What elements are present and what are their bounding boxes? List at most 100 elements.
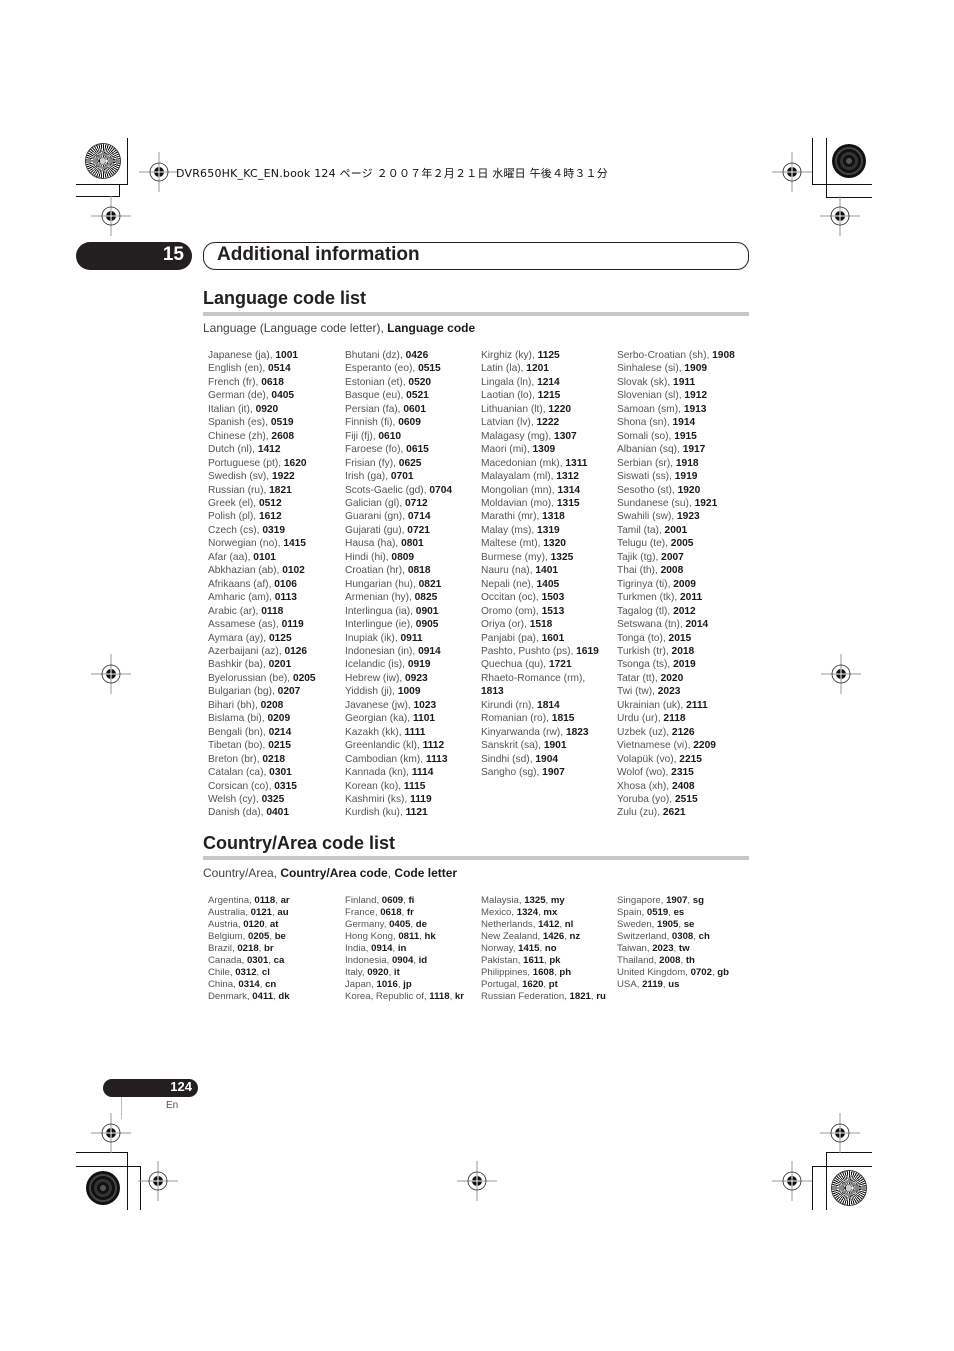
- language-code: 1814: [537, 699, 560, 711]
- language-code: 2209: [693, 740, 716, 752]
- country-name: Japan,: [345, 979, 377, 990]
- country-entry: Pakistan, 1611, pk: [481, 955, 606, 967]
- chapter-number: 15: [162, 244, 184, 265]
- registration-mark-icon: [771, 1160, 813, 1202]
- language-name: Bhutani (dz),: [345, 350, 406, 361]
- language-entry: Spanish (es), 0519: [208, 416, 316, 429]
- language-code: 1612: [258, 511, 282, 523]
- country-code: 1821: [569, 991, 591, 1002]
- language-entry: Nauru (na), 1401: [481, 564, 599, 577]
- language-code: 1620: [283, 457, 307, 469]
- language-entry: Hebrew (iw), 0923: [345, 672, 452, 685]
- language-column-1: Japanese (ja), 1001 English (en), 0514 Fre…: [208, 349, 316, 820]
- country-entry: Canada, 0301, ca: [208, 955, 290, 967]
- language-code: 1821: [269, 484, 292, 496]
- language-code: 2005: [670, 538, 694, 550]
- language-entry: Finnish (fi), 0609: [345, 416, 452, 429]
- language-entry: Oromo (om), 1513: [481, 605, 599, 618]
- language-entry: Corsican (co), 0315: [208, 780, 316, 793]
- language-entry: Urdu (ur), 2118: [617, 712, 735, 725]
- language-code: 1914: [672, 417, 696, 429]
- language-code: 2126: [671, 726, 695, 738]
- language-code: 1911: [673, 376, 696, 388]
- registration-mark-icon: [819, 1112, 861, 1154]
- language-name: Tatar (tt),: [617, 672, 661, 684]
- chapter-title: Additional information: [217, 244, 420, 265]
- language-name: Gujarati (gu),: [345, 524, 408, 536]
- language-code: 0207: [277, 686, 301, 698]
- language-name: Kannada (kn),: [345, 767, 412, 779]
- country-code: 2119: [642, 979, 663, 990]
- language-name: Corsican (co),: [208, 780, 275, 792]
- language-entry: Sesotho (st), 1920: [617, 484, 735, 497]
- language-name: Icelandic (is),: [345, 659, 408, 671]
- language-entry: Kirghiz (ky), 1125: [481, 349, 599, 362]
- language-code: 1009: [397, 686, 421, 698]
- country-entry: Brazil, 0218, br: [208, 943, 290, 955]
- language-name: Yoruba (yo),: [617, 793, 675, 805]
- language-name: Kirghiz (ky),: [481, 350, 538, 361]
- country-name: Spain,: [617, 907, 647, 918]
- language-code: 0701: [390, 471, 414, 483]
- language-code: 1513: [541, 605, 565, 617]
- language-name: Welsh (cy),: [208, 793, 262, 805]
- language-name: Bengali (bn),: [208, 726, 269, 738]
- language-entry: Quechua (qu), 1721: [481, 658, 599, 671]
- language-entry: Serbian (sr), 1918: [617, 457, 735, 470]
- language-column-4: Serbo-Croatian (sh), 1908 Sinhalese (si),…: [617, 349, 735, 820]
- country-section-title: Country/Area code list: [203, 833, 396, 853]
- language-entry: Hausa (ha), 0801: [345, 537, 452, 550]
- language-name: Finnish (fi),: [345, 417, 399, 429]
- language-code: 0218: [262, 753, 286, 765]
- country-name: Canada,: [208, 955, 247, 966]
- country-code: 0811: [398, 931, 420, 942]
- country-code: 2008: [659, 955, 681, 966]
- language-name: Guarani (gn),: [345, 511, 408, 523]
- language-name: Tonga (to),: [617, 632, 669, 644]
- country-name: Argentina,: [208, 895, 255, 906]
- language-entry: Interlingue (ie), 0905: [345, 618, 452, 631]
- language-code: 1314: [557, 484, 581, 496]
- language-entry: Malay (ms), 1319: [481, 524, 599, 537]
- language-name: Afar (aa),: [208, 551, 254, 563]
- language-name: Italian (it),: [208, 403, 256, 415]
- language-code: 2020: [660, 672, 684, 684]
- country-code-letter: it: [393, 967, 400, 978]
- language-code: 1913: [683, 403, 707, 415]
- country-code: 1611: [523, 955, 544, 966]
- crop-line: [812, 1166, 872, 1167]
- country-name: Korea, Republic of,: [345, 991, 430, 1002]
- country-code-letter: fr: [406, 907, 414, 918]
- language-code: 1319: [537, 524, 560, 536]
- language-name: Korean (ko),: [345, 780, 404, 792]
- language-name: Kashmiri (ks),: [345, 793, 411, 805]
- language-code: 2315: [671, 767, 694, 779]
- country-code-letter: at: [269, 919, 279, 930]
- language-entry: Occitan (oc), 1503: [481, 591, 599, 604]
- section-divider: [203, 312, 749, 316]
- language-entry: Ukrainian (uk), 2111: [617, 699, 735, 712]
- print-file-info: DVR650HK_KC_EN.book 124 ページ ２００７年２月２１日 水…: [176, 167, 608, 180]
- language-name: Yiddish (ji),: [345, 686, 398, 698]
- country-code-letter: es: [673, 907, 685, 918]
- country-name: Portugal,: [481, 979, 523, 990]
- language-name: Romanian (ro),: [481, 713, 552, 725]
- language-name: Breton (br),: [208, 753, 263, 765]
- language-code: 0208: [260, 699, 284, 711]
- language-entry: Estonian (et), 0520: [345, 376, 452, 389]
- registration-mark-icon: [456, 1160, 498, 1202]
- language-name: Samoan (sm),: [617, 403, 684, 415]
- country-code: 0314: [238, 979, 260, 990]
- language-name: Telugu (te),: [617, 538, 671, 550]
- language-entry: Sanskrit (sa), 1901: [481, 739, 599, 752]
- country-code-letter: mx: [543, 907, 558, 918]
- country-entry: Austria, 0120, at: [208, 919, 290, 931]
- language-entry: Guarani (gn), 0714: [345, 510, 452, 523]
- country-entry: Netherlands, 1412, nl: [481, 919, 606, 931]
- language-code: 0625: [398, 457, 422, 469]
- language-code: 0106: [274, 578, 297, 590]
- language-entry: Basque (eu), 0521: [345, 389, 452, 402]
- language-code: 0721: [407, 524, 430, 536]
- country-code: 1907: [666, 895, 688, 906]
- language-entry: Frisian (fy), 0625: [345, 457, 452, 470]
